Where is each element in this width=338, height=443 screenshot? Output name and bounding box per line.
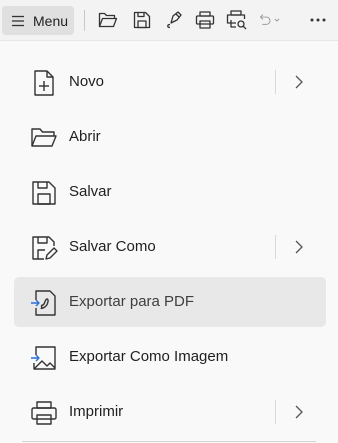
pen-sign-icon[interactable] bbox=[163, 9, 185, 31]
save-icon[interactable] bbox=[131, 9, 153, 31]
export-image-icon bbox=[30, 344, 58, 372]
menu-item-label: Novo bbox=[69, 73, 105, 90]
menu-button[interactable]: Menu bbox=[2, 6, 74, 35]
menu-item-label: Exportar Como Imagem bbox=[69, 348, 229, 365]
more-icon[interactable] bbox=[307, 9, 329, 31]
chevron-right-icon[interactable] bbox=[293, 74, 305, 90]
menu-panel: Novo Abrir Salvar Salvar Como Exportar p… bbox=[0, 40, 338, 443]
toolbar: Menu bbox=[0, 0, 338, 42]
folder-icon bbox=[30, 124, 58, 152]
menu-item-label: Salvar bbox=[69, 183, 112, 200]
save-icon bbox=[30, 179, 58, 207]
print-preview-icon[interactable] bbox=[226, 9, 248, 31]
open-folder-icon[interactable] bbox=[97, 9, 119, 31]
divider bbox=[275, 70, 276, 94]
save-as-icon bbox=[30, 234, 58, 262]
menu-item-label: Exportar para PDF bbox=[69, 293, 195, 310]
undo-icon[interactable] bbox=[259, 9, 281, 31]
export-pdf-icon bbox=[30, 289, 58, 317]
menu-item-salvar[interactable]: Salvar bbox=[14, 167, 326, 217]
print-icon bbox=[30, 399, 58, 427]
menu-label: Menu bbox=[33, 12, 69, 29]
hamburger-icon bbox=[11, 14, 25, 28]
divider bbox=[275, 235, 276, 259]
menu-item-label: Abrir bbox=[69, 128, 101, 145]
bottom-divider bbox=[22, 441, 316, 442]
menu-item-abrir[interactable]: Abrir bbox=[14, 112, 326, 162]
menu-item-exportar-pdf[interactable]: Exportar para PDF bbox=[14, 277, 326, 327]
menu-item-novo[interactable]: Novo bbox=[14, 57, 326, 107]
divider bbox=[275, 400, 276, 424]
toolbar-separator bbox=[84, 10, 85, 31]
chevron-right-icon[interactable] bbox=[293, 404, 305, 420]
menu-item-exportar-imagem[interactable]: Exportar Como Imagem bbox=[14, 332, 326, 382]
menu-item-salvar-como[interactable]: Salvar Como bbox=[14, 222, 326, 272]
menu-item-label: Imprimir bbox=[69, 403, 124, 420]
new-file-icon bbox=[30, 69, 58, 97]
chevron-right-icon[interactable] bbox=[293, 239, 305, 255]
menu-item-label: Salvar Como bbox=[69, 238, 156, 255]
menu-item-imprimir[interactable]: Imprimir bbox=[14, 387, 326, 437]
print-icon[interactable] bbox=[194, 9, 216, 31]
